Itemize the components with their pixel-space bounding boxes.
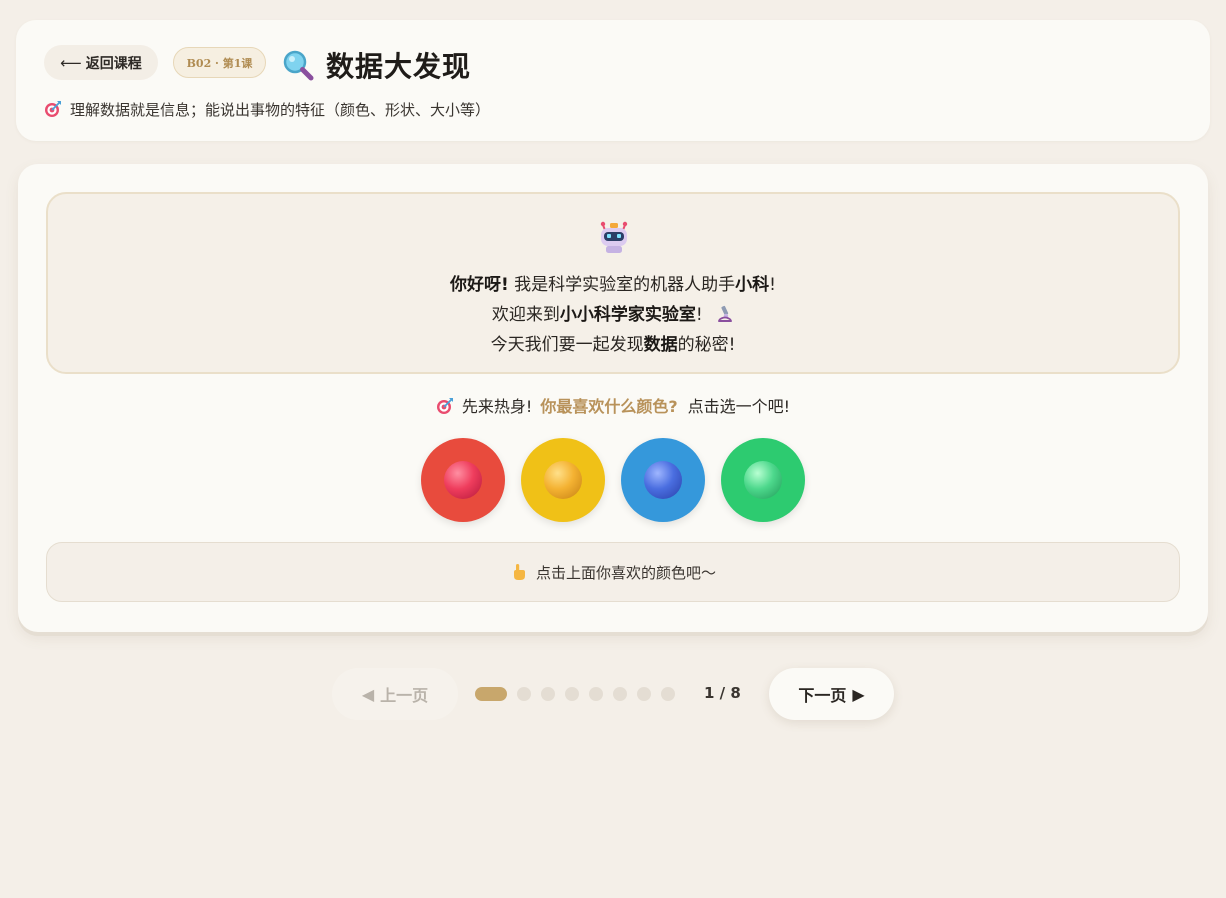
green-ball-icon	[744, 461, 782, 499]
question-highlight: 你最喜欢什么颜色?	[540, 397, 678, 416]
color-option-green[interactable]	[721, 438, 805, 522]
question-tail: 点击选一个吧!	[687, 397, 791, 416]
prev-page-button[interactable]: ◀ 上一页	[332, 668, 458, 720]
page-dots	[475, 686, 675, 702]
play-left-icon: ◀	[361, 684, 375, 704]
next-page-button[interactable]: 下一页 ▶	[769, 668, 894, 720]
color-option-yellow[interactable]	[521, 438, 605, 522]
page-title-group: 数据大发现	[282, 45, 471, 85]
page-dot[interactable]	[541, 687, 555, 701]
color-option-red[interactable]	[421, 438, 505, 522]
robot-greeting-box: 你好呀! 我是科学实验室的机器人助手小科! 欢迎来到小小科学家实验室! 今天我们…	[46, 192, 1180, 374]
page-dot[interactable]	[589, 687, 603, 701]
page-dot[interactable]	[475, 687, 507, 701]
learning-objective: 理解数据就是信息；能说出事物的特征（颜色、形状、大小等）	[44, 98, 490, 120]
play-right-icon: ▶	[852, 684, 865, 704]
back-arrow-icon: ⟵	[60, 53, 82, 72]
page-dot[interactable]	[613, 687, 627, 701]
hint-text: 点击上面你喜欢的颜色吧～	[535, 563, 716, 582]
page-dot[interactable]	[565, 687, 579, 701]
pointing-hand-icon	[513, 564, 525, 580]
color-options	[421, 438, 805, 522]
blue-ball-icon	[644, 461, 682, 499]
page-counter: 1 / 8	[704, 684, 741, 702]
lesson-card: 你好呀! 我是科学实验室的机器人助手小科! 欢迎来到小小科学家实验室! 今天我们…	[18, 164, 1208, 632]
hint-box: 点击上面你喜欢的颜色吧～	[46, 542, 1180, 602]
greeting-line-2: 欢迎来到小小科学家实验室!	[48, 300, 1178, 325]
prev-page-label: 上一页	[380, 686, 429, 705]
magnifier-icon	[283, 50, 314, 81]
target-icon	[45, 101, 61, 117]
robot-icon	[600, 221, 628, 253]
page-dot[interactable]	[661, 687, 675, 701]
color-option-blue[interactable]	[621, 438, 705, 522]
back-button-label: 返回课程	[85, 55, 142, 72]
red-ball-icon	[444, 461, 482, 499]
page-title: 数据大发现	[326, 50, 472, 83]
next-page-label: 下一页	[798, 686, 847, 705]
warmup-question: 先来热身! 你最喜欢什么颜色? 点击选一个吧!	[18, 393, 1208, 417]
greeting-line-1: 你好呀! 我是科学实验室的机器人助手小科!	[450, 275, 776, 295]
page-dot[interactable]	[517, 687, 531, 701]
microscope-icon	[718, 305, 733, 322]
header-card: ⟵ 返回课程 B02 · 第1课 数据大发现 理解数据就是信息；能说出事物的特征…	[16, 20, 1210, 141]
page-dot[interactable]	[637, 687, 651, 701]
yellow-ball-icon	[544, 461, 582, 499]
back-to-course-button[interactable]: ⟵ 返回课程	[44, 45, 158, 80]
lesson-badge: B02 · 第1课	[173, 47, 266, 78]
objective-text: 理解数据就是信息；能说出事物的特征（颜色、形状、大小等）	[70, 100, 491, 119]
question-lead: 先来热身!	[461, 397, 533, 416]
target-icon	[436, 398, 453, 414]
greeting-line-3: 今天我们要一起发现数据的秘密!	[490, 335, 736, 355]
